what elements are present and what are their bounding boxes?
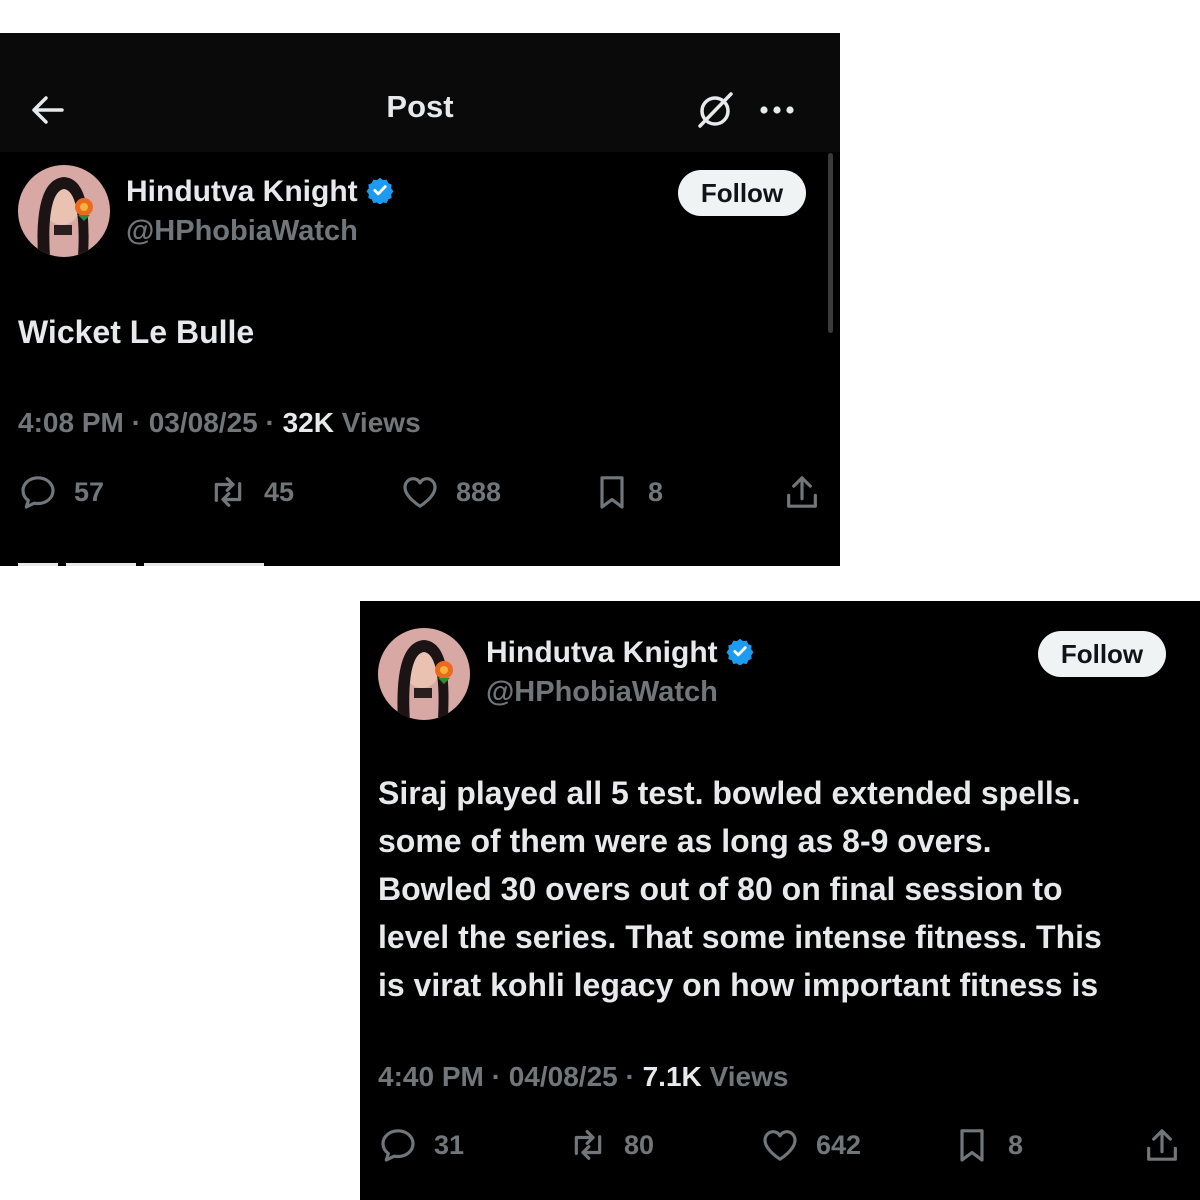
tweet-time: 4:40 PM [378, 1061, 484, 1092]
bookmark-count: 8 [648, 476, 664, 507]
separator-dot: · [625, 1061, 635, 1092]
repost-button[interactable]: 45 [208, 472, 294, 512]
repost-count: 80 [624, 1129, 655, 1160]
author-name[interactable]: Hindutva Knight [486, 636, 754, 670]
like-count: 888 [456, 476, 502, 507]
like-button[interactable]: 642 [760, 1125, 861, 1165]
tweet-text: Wicket Le Bulle [18, 314, 255, 350]
author-name[interactable]: Hindutva Knight [126, 175, 394, 209]
tweet-meta: 4:08 PM · 03/08/25 · 32K Views [18, 407, 421, 439]
follow-button[interactable]: Follow [678, 170, 806, 216]
verified-badge-icon [366, 177, 394, 204]
avatar[interactable] [378, 628, 470, 720]
share-icon [787, 476, 817, 508]
tweet-date: 03/08/25 [148, 407, 258, 438]
tweet-line: is virat kohli legacy on how important f… [378, 967, 1099, 1003]
reply-icon [381, 1129, 415, 1162]
author-name-text: Hindutva Knight [126, 175, 358, 208]
top-bar: Post [0, 33, 840, 152]
post-screenshot-2: Hindutva Knight @HPhobiaWatch Follow Sir… [360, 601, 1200, 1200]
bookmark-button[interactable]: 8 [592, 472, 663, 512]
bookmark-button[interactable]: 8 [952, 1125, 1023, 1165]
tweet-line: Bowled 30 overs out of 80 on final sessi… [378, 871, 1063, 907]
repost-count: 45 [264, 476, 295, 507]
views-label[interactable]: Views [710, 1061, 789, 1092]
like-button[interactable]: 888 [400, 472, 501, 512]
separator-dot: · [265, 407, 275, 438]
cut-off-next-line [18, 563, 264, 566]
tweet-date: 04/08/25 [508, 1061, 618, 1092]
views-count[interactable]: 32K [283, 407, 334, 438]
reply-button[interactable]: 31 [378, 1125, 464, 1165]
author-handle[interactable]: @HPhobiaWatch [126, 215, 358, 248]
author-name-text: Hindutva Knight [486, 636, 718, 669]
post-screenshot-1: Post Hindutva Knight @HPhobiaWatch Follo… [0, 33, 840, 566]
follow-button[interactable]: Follow [1038, 631, 1166, 677]
avatar-image [378, 628, 470, 720]
views-count[interactable]: 7.1K [643, 1061, 702, 1092]
share-button[interactable] [782, 472, 822, 512]
repost-icon [574, 1130, 602, 1160]
tweet-line: some of them were as long as 8-9 overs. [378, 823, 992, 859]
separator-dot: · [491, 1061, 501, 1092]
author-handle[interactable]: @HPhobiaWatch [486, 676, 718, 709]
more-options-button[interactable] [755, 88, 799, 132]
avatar-image [18, 165, 110, 257]
grok-button[interactable] [694, 88, 738, 132]
tweet-meta: 4:40 PM · 04/08/25 · 7.1K Views [378, 1061, 788, 1093]
avatar[interactable] [18, 165, 110, 257]
tweet-line: level the series. That some intense fitn… [378, 919, 1102, 955]
heart-icon [763, 1130, 797, 1161]
tweet-text: Siraj played all 5 test. bowled extended… [378, 769, 1193, 1009]
bookmark-icon [960, 1129, 984, 1162]
views-label[interactable]: Views [342, 407, 421, 438]
more-horizontal-icon [760, 106, 794, 114]
bookmark-count: 8 [1008, 1129, 1024, 1160]
reply-button[interactable]: 57 [18, 472, 104, 512]
verified-badge-icon [726, 638, 754, 665]
reply-icon [21, 476, 55, 509]
like-count: 642 [816, 1129, 862, 1160]
grok-icon [698, 92, 733, 128]
repost-button[interactable]: 80 [568, 1125, 654, 1165]
tweet-time: 4:08 PM [18, 407, 124, 438]
reply-count: 31 [434, 1129, 465, 1160]
separator-dot: · [131, 407, 141, 438]
heart-icon [403, 477, 437, 508]
share-icon [1147, 1129, 1177, 1161]
bookmark-icon [600, 476, 624, 509]
tweet-line: Siraj played all 5 test. bowled extended… [378, 775, 1081, 811]
repost-icon [214, 477, 242, 507]
reply-count: 57 [74, 476, 105, 507]
scrollbar[interactable] [828, 153, 833, 333]
share-button[interactable] [1142, 1125, 1182, 1165]
